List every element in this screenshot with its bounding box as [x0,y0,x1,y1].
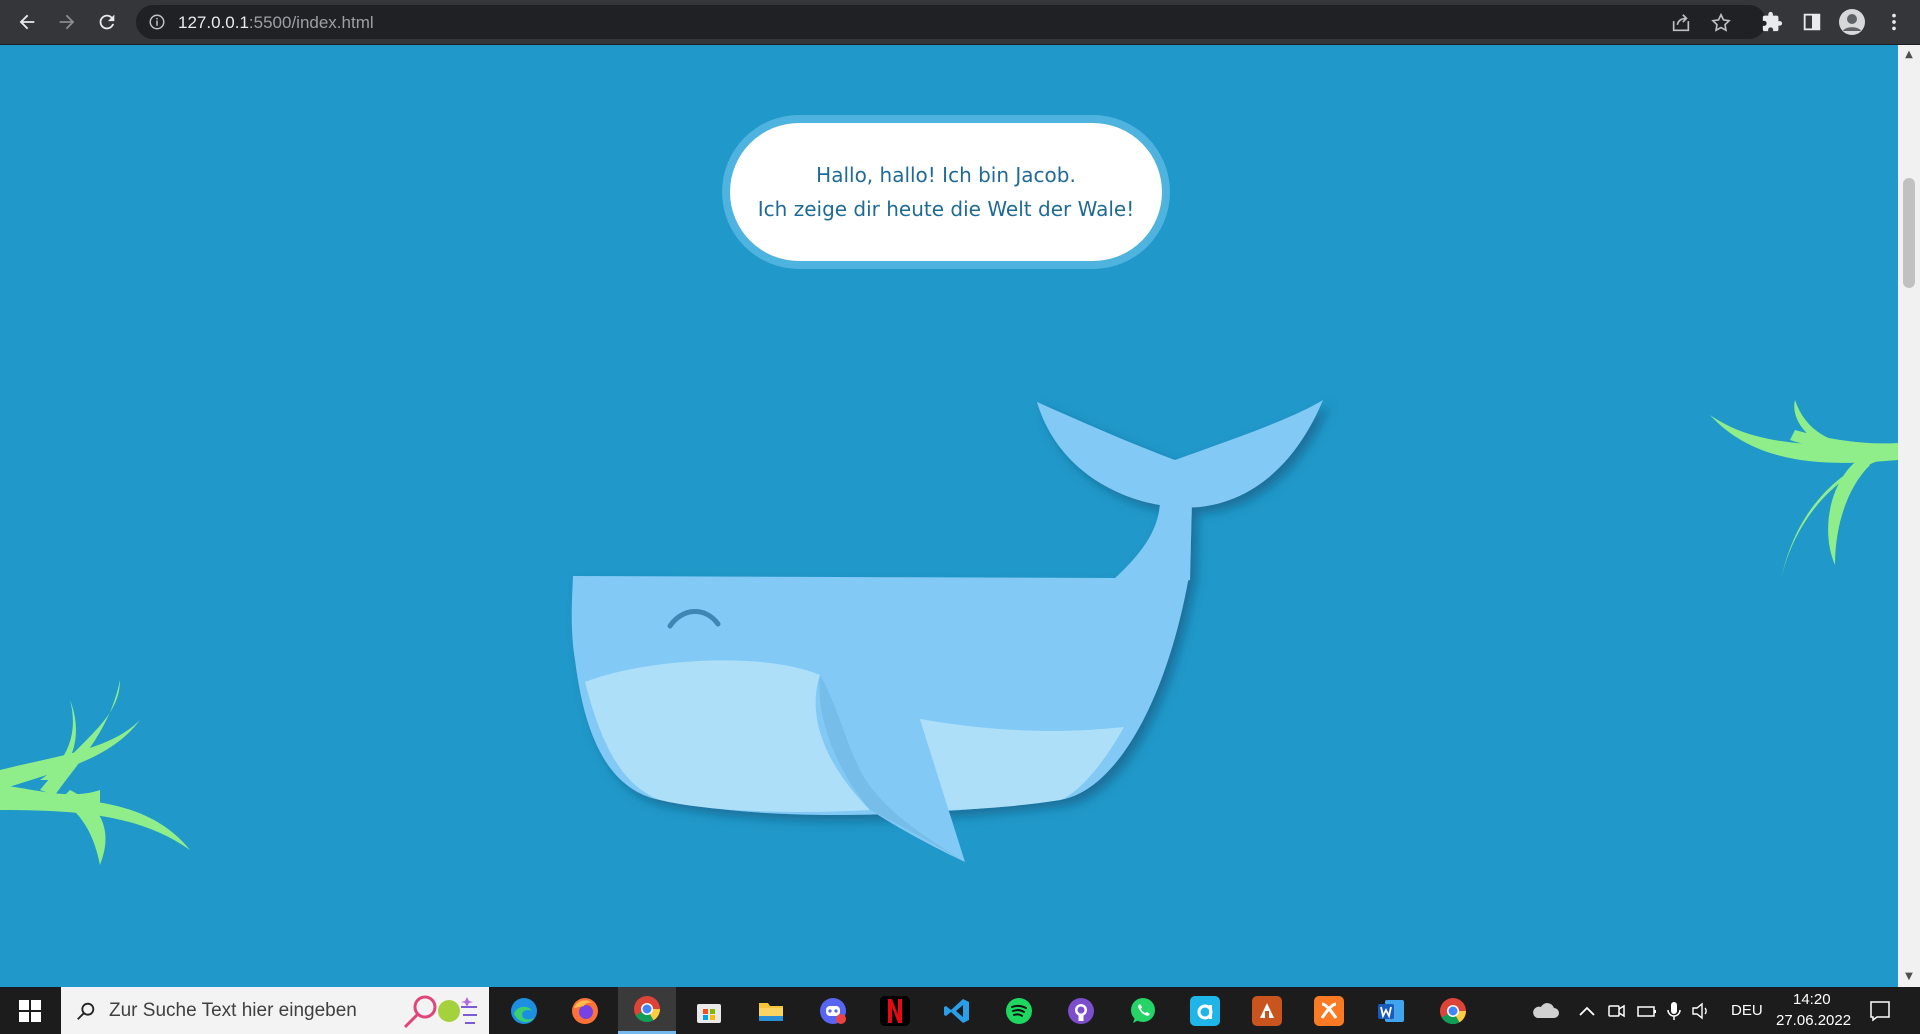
search-highlight-icon [403,995,477,1029]
onedrive-cloud-icon[interactable] [1530,1000,1560,1022]
url-host: 127.0.0.1 [178,13,249,32]
side-panel-icon [1803,13,1821,31]
word-icon [1376,996,1406,1026]
side-panel-button[interactable] [1798,8,1826,36]
app-icon [1190,995,1220,1026]
speech-bubble: Hallo, hallo! Ich bin Jacob. Ich zeige d… [730,123,1162,261]
forward-button[interactable] [52,7,82,37]
notification-center-icon[interactable] [1868,999,1892,1023]
clock-date[interactable]: 27.06.2022 [1776,1012,1851,1029]
whale-belly-rear [915,718,1124,810]
speech-line-2: Ich zeige dir heute die Welt der Wale! [757,197,1135,221]
seaweed-left [0,680,190,865]
scroll-down-arrow-icon[interactable]: ▼ [1903,971,1915,983]
github-icon [1066,996,1096,1026]
reload-button[interactable] [92,7,122,37]
chrome-icon [632,994,662,1024]
taskbar-netflix[interactable] [866,987,924,1034]
search-placeholder: Zur Suche Text hier eingeben [109,1000,357,1021]
profile-button[interactable] [1838,8,1866,36]
taskbar-edge[interactable] [495,987,553,1034]
back-button[interactable] [12,7,42,37]
taskbar-vscode[interactable] [928,987,986,1034]
battery-network-icon[interactable] [1636,1000,1658,1022]
page-viewport: Hallo, hallo! Ich bin Jacob. Ich zeige d… [0,45,1898,987]
forward-arrow-icon [59,14,75,30]
puzzle-icon [1762,11,1783,32]
taskbar-chrome-second[interactable] [1424,987,1482,1034]
seaweed-right [1710,400,1898,585]
office-app-icon [1252,995,1282,1026]
scroll-up-arrow-icon[interactable]: ▲ [1903,49,1915,61]
taskbar-firefox[interactable] [556,987,614,1034]
url-path: :5500/index.html [248,13,374,32]
browser-toolbar: 127.0.0.1:5500/index.html [0,0,1920,45]
extensions-button[interactable] [1758,8,1786,36]
url-text[interactable]: 127.0.0.1:5500/index.html [178,13,374,33]
microsoft-store-icon [694,996,724,1026]
windows-logo-icon [19,999,41,1022]
firefox-icon [570,996,600,1026]
taskbar-xampp[interactable] [1300,987,1358,1034]
chrome-icon [1438,996,1468,1026]
bookmark-star-icon[interactable] [1710,12,1732,34]
share-icon[interactable] [1670,12,1692,34]
file-explorer-icon [756,996,786,1026]
taskbar-spotify[interactable] [990,987,1048,1034]
microphone-icon[interactable] [1666,1000,1682,1022]
profile-avatar-icon [1839,9,1865,35]
kebab-menu-icon [1892,13,1896,31]
reload-icon [99,14,115,30]
clock-time[interactable]: 14:20 [1793,991,1831,1008]
start-button[interactable] [0,987,60,1034]
meet-now-icon[interactable] [1606,1000,1626,1022]
taskbar-word[interactable] [1362,987,1420,1034]
input-language[interactable]: DEU [1731,1002,1763,1019]
back-arrow-icon [19,14,35,30]
taskbar-file-explorer[interactable] [742,987,800,1034]
taskbar-discord[interactable] [804,987,862,1034]
taskbar-chrome-active[interactable] [618,987,676,1034]
taskbar-whatsapp[interactable] [1114,987,1172,1034]
taskbar-search[interactable]: Zur Suche Text hier eingeben [61,987,489,1034]
speaker-volume-icon[interactable] [1690,1000,1712,1022]
taskbar-github[interactable] [1052,987,1110,1034]
page-scrollbar[interactable]: ▲ ▼ [1898,45,1920,987]
chevron-up-icon[interactable] [1578,1000,1596,1022]
address-bar[interactable]: 127.0.0.1:5500/index.html [136,5,1766,39]
browser-menu-button[interactable] [1880,8,1908,36]
whatsapp-icon [1128,996,1158,1026]
taskbar-app-a[interactable] [1176,987,1234,1034]
taskbar-store[interactable] [680,987,738,1034]
edge-icon [509,996,539,1026]
taskbar-office-app[interactable] [1238,987,1296,1034]
speech-line-1: Hallo, hallo! Ich bin Jacob. [816,163,1076,187]
discord-icon [818,996,848,1026]
xampp-icon [1314,995,1344,1026]
search-icon [77,1002,95,1020]
windows-taskbar: Zur Suche Text hier eingeben DEU 14:20 2… [0,987,1920,1034]
scrollbar-thumb[interactable] [1903,178,1915,288]
spotify-icon [1004,996,1034,1026]
site-info-icon[interactable] [148,13,166,31]
vscode-icon [942,996,972,1026]
netflix-icon [880,995,910,1026]
